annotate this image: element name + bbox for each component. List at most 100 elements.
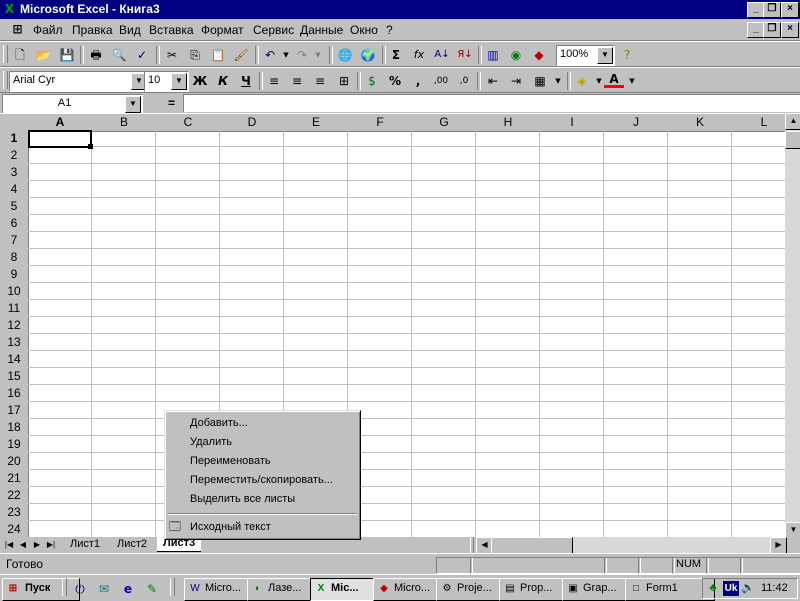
row-header[interactable]: 11 <box>0 300 29 318</box>
excel-icon[interactable]: X <box>2 2 17 16</box>
drawing-icon[interactable]: ◆ <box>529 45 549 65</box>
scroll-up-icon[interactable]: ▲ <box>785 113 800 130</box>
first-sheet-icon[interactable]: |◀ <box>3 538 15 551</box>
row-header[interactable]: 2 <box>0 147 29 165</box>
clock[interactable]: 11:42 <box>761 582 788 594</box>
column-header[interactable]: H <box>476 113 541 132</box>
print-icon[interactable]: 🖶 <box>86 45 106 65</box>
align-right-icon[interactable]: ≡ <box>310 71 330 91</box>
currency-icon[interactable]: $ <box>362 71 382 91</box>
copy-icon[interactable]: ⎘ <box>185 45 205 65</box>
restore-button[interactable]: ❐ <box>763 2 781 18</box>
toolbar-grip[interactable] <box>3 71 8 89</box>
new-icon[interactable]: 🗋 <box>10 45 30 65</box>
zoom-dropdown-icon[interactable]: ▼ <box>597 47 613 64</box>
quicklaunch-show-desktop-icon[interactable]: ⏻ <box>70 579 90 599</box>
column-header[interactable]: D <box>220 113 285 132</box>
menu-tools[interactable]: Сервис <box>253 23 294 37</box>
quicklaunch-ie-icon[interactable]: e <box>118 579 138 599</box>
align-left-icon[interactable]: ≡ <box>264 71 284 91</box>
font-color-button[interactable]: A <box>604 71 624 88</box>
redo-dropdown-icon[interactable]: ▼ <box>308 45 328 65</box>
map-icon[interactable]: ◉ <box>506 45 526 65</box>
row-header[interactable]: 9 <box>0 266 29 284</box>
volume-icon[interactable]: 🔈 <box>741 581 755 595</box>
increase-decimal-button[interactable]: ,00 <box>431 71 451 91</box>
doc-restore-button[interactable]: ❐ <box>763 22 781 38</box>
workbook-icon[interactable]: ⊞ <box>10 22 25 36</box>
spelling-icon[interactable]: ✓ <box>132 45 152 65</box>
quicklaunch-channels-icon[interactable]: ✎ <box>142 579 162 599</box>
ctx-rename[interactable]: Переименовать <box>190 455 271 467</box>
active-cell[interactable] <box>28 130 92 148</box>
row-header[interactable]: 12 <box>0 317 29 335</box>
open-icon[interactable]: 📂 <box>33 45 53 65</box>
sheet-tab-2[interactable]: Лист2 <box>117 538 147 550</box>
ctx-select-all-sheets[interactable]: Выделить все листы <box>190 493 295 505</box>
row-header[interactable]: 5 <box>0 198 29 216</box>
doc-close-button[interactable]: × <box>781 22 799 38</box>
font-size-select[interactable]: 10 ▼ <box>144 71 189 92</box>
column-header[interactable]: E <box>284 113 349 132</box>
hyperlink-icon[interactable]: 🌍 <box>358 45 378 65</box>
row-header[interactable]: 21 <box>0 470 29 488</box>
fill-handle[interactable] <box>88 144 93 149</box>
menu-view[interactable]: Вид <box>119 23 141 37</box>
ctx-view-code[interactable]: Исходный текст <box>190 521 271 533</box>
menu-file[interactable]: Файл <box>33 23 63 37</box>
row-header[interactable]: 8 <box>0 249 29 267</box>
menu-insert[interactable]: Вставка <box>149 23 194 37</box>
tray-app-icon[interactable]: ♣ <box>706 581 720 595</box>
column-header[interactable]: F <box>348 113 413 132</box>
office-assistant-icon[interactable]: ? <box>617 45 637 65</box>
equals-button[interactable]: = <box>168 96 175 110</box>
name-box-dropdown-icon[interactable]: ▼ <box>125 96 141 113</box>
column-header[interactable]: I <box>540 113 605 132</box>
autosum-icon[interactable]: Σ <box>386 45 406 65</box>
font-name-select[interactable]: Arial Cyr ▼ <box>9 71 149 92</box>
start-button[interactable]: ⊞ Пуск <box>2 578 80 601</box>
column-header[interactable]: K <box>668 113 733 132</box>
format-painter-icon[interactable]: 🖌 <box>231 45 251 65</box>
underline-button[interactable]: Ч <box>236 71 256 91</box>
row-header[interactable]: 16 <box>0 385 29 403</box>
row-header[interactable]: 6 <box>0 215 29 233</box>
formula-input[interactable] <box>183 94 800 112</box>
ctx-delete[interactable]: Удалить <box>190 436 232 448</box>
web-icon[interactable]: 🌐 <box>335 45 355 65</box>
bold-button[interactable]: Ж <box>190 71 210 91</box>
next-sheet-icon[interactable]: ▶ <box>31 538 43 551</box>
horizontal-scrollbar[interactable]: ◀ ▶ <box>476 537 787 554</box>
italic-button[interactable]: К <box>213 71 233 91</box>
language-indicator[interactable]: Uk <box>723 581 739 596</box>
row-header[interactable]: 3 <box>0 164 29 182</box>
zoom-select[interactable]: 100% ▼ <box>556 45 615 66</box>
paste-icon[interactable]: 📋 <box>208 45 228 65</box>
borders-icon[interactable]: ▦ <box>530 71 550 91</box>
scroll-right-icon[interactable]: ▶ <box>770 537 787 554</box>
sort-descending-icon[interactable]: Я↓ <box>455 45 475 65</box>
borders-dropdown-icon[interactable]: ▼ <box>548 71 568 91</box>
row-header[interactable]: 4 <box>0 181 29 199</box>
name-box[interactable]: A1 ▼ <box>2 94 143 114</box>
close-button[interactable]: × <box>781 2 799 18</box>
cut-icon[interactable]: ✂ <box>162 45 182 65</box>
menu-edit[interactable]: Правка <box>72 23 113 37</box>
column-header[interactable]: J <box>604 113 669 132</box>
row-header[interactable]: 18 <box>0 419 29 437</box>
last-sheet-icon[interactable]: ▶| <box>45 538 57 551</box>
function-icon[interactable]: fx <box>409 45 429 65</box>
hscroll-thumb[interactable] <box>491 537 573 554</box>
menu-help[interactable]: ? <box>386 23 393 37</box>
ctx-move-copy[interactable]: Переместить/скопировать... <box>190 474 333 486</box>
menu-format[interactable]: Формат <box>201 23 244 37</box>
tab-split-handle[interactable] <box>470 537 474 553</box>
column-header[interactable]: B <box>92 113 157 132</box>
row-header[interactable]: 24 <box>0 521 29 537</box>
percent-button[interactable]: % <box>385 71 405 91</box>
row-header[interactable]: 23 <box>0 504 29 522</box>
align-center-icon[interactable]: ≡ <box>287 71 307 91</box>
increase-indent-icon[interactable]: ⇥ <box>506 71 526 91</box>
sheet-tab-1[interactable]: Лист1 <box>70 538 100 550</box>
row-header[interactable]: 1 <box>0 130 29 148</box>
